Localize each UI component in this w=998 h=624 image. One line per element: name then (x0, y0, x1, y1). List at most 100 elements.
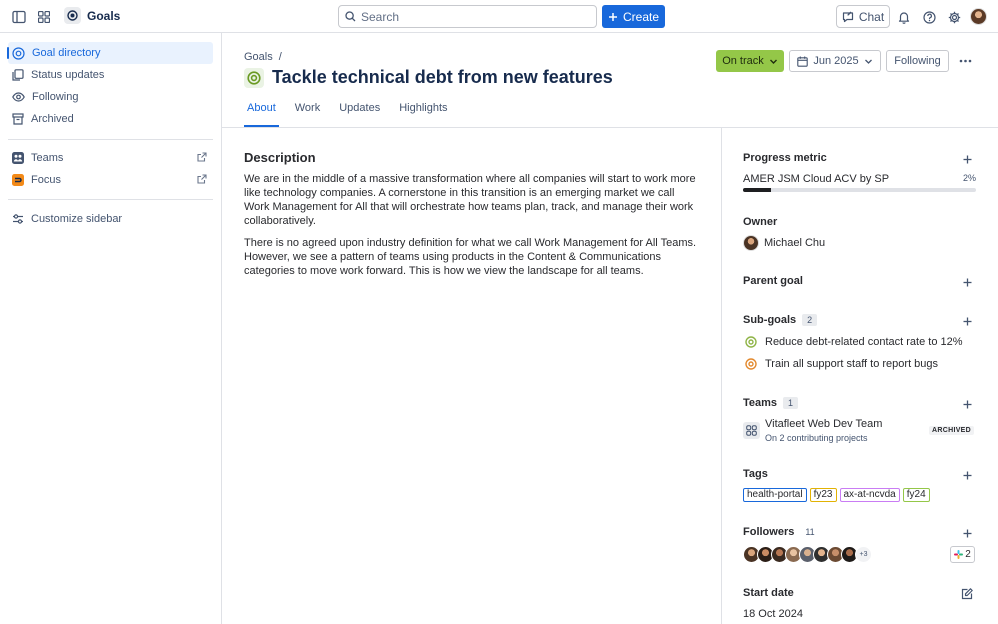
sidebar-item-teams[interactable]: Teams (8, 147, 213, 169)
add-team-button[interactable] (960, 397, 974, 411)
tab-updates[interactable]: Updates (336, 96, 383, 127)
slack-count: 2 (965, 549, 971, 560)
chat-button-label: Chat (858, 9, 885, 24)
team-item[interactable]: Vitafleet Web Dev Team On 2 contributing… (743, 418, 976, 446)
column-divider (721, 128, 722, 624)
sub-goal-item[interactable]: Train all support staff to report bugs (745, 358, 938, 370)
section-heading: Progress metric (743, 152, 827, 164)
goals-app-home[interactable]: Goals (64, 7, 120, 24)
chat-button[interactable]: Chat (836, 5, 890, 28)
goal-status-icon (745, 336, 757, 348)
tab-highlights[interactable]: Highlights (396, 96, 450, 127)
section-heading: Followers (743, 526, 795, 538)
add-tag-button[interactable] (960, 468, 974, 482)
followers-avatar-group[interactable]: +3 (743, 546, 872, 563)
status-label: On track (722, 55, 764, 67)
teams-heading: Teams 1 (743, 397, 799, 409)
app-switcher-icon[interactable] (34, 7, 54, 27)
search-input[interactable] (361, 9, 581, 24)
goal-tabs: About Work Updates Highlights (244, 96, 451, 127)
tabs-divider (222, 127, 998, 128)
progress-metric-heading: Progress metric (743, 152, 827, 164)
metric-percent: 2% (962, 173, 976, 183)
top-navigation-bar: Goals Create Chat (0, 0, 998, 33)
team-icon (743, 422, 760, 439)
goal-status-icon (244, 67, 264, 88)
help-icon[interactable] (919, 7, 939, 27)
following-button-label: Following (894, 55, 941, 67)
goal-status-icon (745, 358, 757, 370)
description-paragraph: There is no agreed upon industry definit… (244, 237, 697, 277)
tab-label: Highlights (399, 102, 448, 114)
tag[interactable]: ax-at-ncvda (839, 488, 900, 502)
sub-goals-heading: Sub-goals 2 (743, 314, 818, 326)
sub-goal-label: Reduce debt-related contact rate to 12% (765, 336, 963, 348)
slack-icon (954, 550, 964, 559)
sidebar-item-following[interactable]: Following (8, 86, 213, 108)
section-heading: Start date (743, 587, 794, 599)
notifications-icon[interactable] (894, 7, 914, 27)
owner-row[interactable]: Michael Chu (743, 235, 825, 251)
settings-gear-icon[interactable] (944, 7, 964, 27)
team-name: Vitafleet Web Dev Team (765, 418, 883, 430)
tab-work[interactable]: Work (292, 96, 323, 127)
sidebar-item-archived[interactable]: Archived (8, 108, 213, 130)
add-parent-goal-button[interactable] (960, 275, 974, 289)
section-heading: Tags (743, 468, 768, 480)
sidebar-toggle-icon[interactable] (9, 7, 29, 27)
app-name: Goals (87, 8, 121, 23)
tag[interactable]: fy23 (809, 488, 837, 502)
metric-name: AMER JSM Cloud ACV by SP (743, 173, 890, 185)
goal-title-row: Tackle technical debt from new features (244, 67, 613, 88)
customize-sidebar-button[interactable]: Customize sidebar (8, 208, 213, 230)
status-dropdown[interactable]: On track (716, 50, 784, 72)
chevron-down-icon (864, 57, 873, 66)
section-heading: Teams (743, 397, 778, 409)
breadcrumb: Goals / (244, 51, 282, 63)
owner-name: Michael Chu (764, 237, 826, 249)
sidebar-item-status-updates[interactable]: Status updates (8, 64, 213, 86)
tag[interactable]: health-portal (743, 488, 807, 502)
search-box[interactable] (338, 5, 597, 28)
breadcrumb-separator: / (278, 51, 282, 63)
owner-avatar (743, 235, 759, 251)
start-date-heading: Start date (743, 587, 794, 599)
profile-avatar[interactable] (970, 8, 987, 25)
tag[interactable]: fy24 (902, 488, 930, 502)
slack-channels-button[interactable]: 2 (950, 546, 975, 563)
external-link-icon (197, 174, 207, 184)
add-sub-goal-button[interactable] (960, 314, 974, 328)
tab-label: Work (294, 102, 321, 114)
sub-goal-item[interactable]: Reduce debt-related contact rate to 12% (745, 336, 963, 348)
target-date-dropdown[interactable]: Jun 2025 (789, 50, 881, 72)
tab-label: About (247, 102, 276, 114)
calendar-icon (797, 56, 809, 67)
archive-icon (12, 113, 24, 125)
description-paragraph: We are in the middle of a massive transf… (244, 173, 696, 227)
tab-label: Updates (339, 102, 381, 114)
sidebar-item-label: Focus (31, 174, 61, 186)
customize-sidebar-label: Customize sidebar (31, 213, 123, 225)
target-date-label: Jun 2025 (813, 55, 859, 67)
parent-goal-heading: Parent goal (743, 275, 803, 287)
breadcrumb-goals-link[interactable]: Goals (244, 51, 273, 63)
tags-heading: Tags (743, 468, 768, 480)
following-button[interactable]: Following (886, 50, 949, 72)
sidebar-item-label: Following (32, 91, 79, 103)
edit-start-date-icon[interactable] (960, 587, 974, 601)
create-button[interactable]: Create (602, 5, 665, 28)
chevron-down-icon (769, 57, 778, 66)
add-follower-button[interactable] (960, 526, 974, 540)
section-heading: Owner (743, 216, 778, 228)
description-heading: Description (244, 150, 316, 165)
chat-icon (842, 11, 854, 23)
teams-count: 1 (783, 397, 799, 409)
sub-goal-label: Train all support staff to report bugs (765, 358, 939, 370)
sidebar-item-goal-directory[interactable]: Goal directory (7, 42, 213, 64)
owner-heading: Owner (743, 216, 777, 228)
tab-about[interactable]: About (244, 96, 279, 127)
sidebar-item-label: Teams (31, 152, 64, 164)
add-progress-metric-button[interactable] (960, 152, 974, 166)
sidebar-item-focus[interactable]: Focus (8, 169, 213, 191)
more-actions-icon[interactable] (955, 52, 975, 70)
